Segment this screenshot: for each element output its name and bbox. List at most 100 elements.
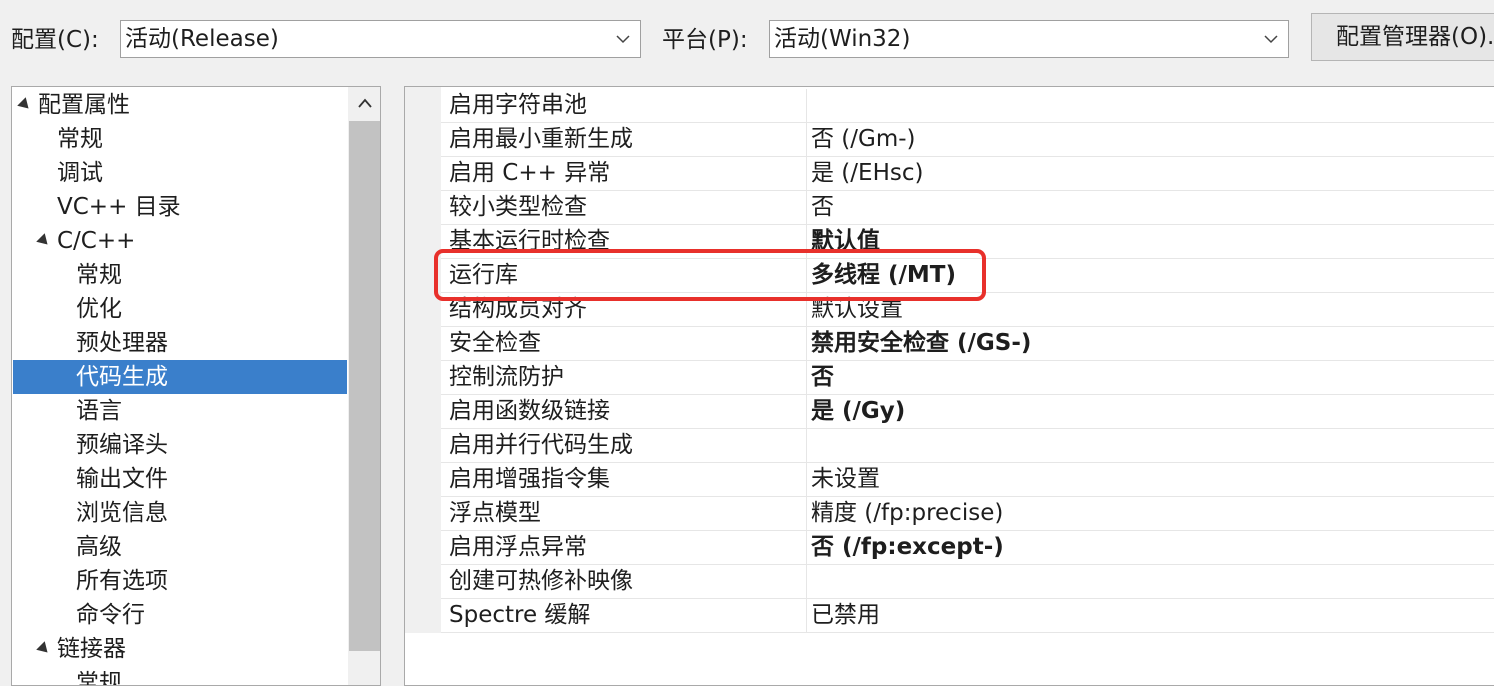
tree-item-label: 命令行 (76, 602, 145, 628)
column-separator (806, 123, 807, 157)
tree-item-label: 输出文件 (76, 466, 168, 492)
property-value[interactable]: 否 (811, 361, 834, 394)
column-separator (806, 531, 807, 565)
property-row[interactable]: 启用并行代码生成 (441, 429, 1494, 463)
tree-item[interactable]: 命令行 (13, 598, 347, 632)
property-row[interactable]: 浮点模型 精度 (/fp:precise) (441, 497, 1494, 531)
property-value[interactable]: 否 (811, 191, 834, 224)
property-value[interactable]: 禁用安全检查 (/GS-) (811, 327, 1031, 360)
tree-item[interactable]: 代码生成 (13, 360, 347, 394)
tree-item[interactable]: 预编译头 (13, 428, 347, 462)
column-separator (806, 191, 807, 225)
tree-item-label: 预编译头 (76, 432, 168, 458)
property-name: 较小类型检查 (449, 194, 587, 220)
tree-item[interactable]: 优化 (13, 292, 347, 326)
column-separator (806, 565, 807, 599)
column-separator (806, 361, 807, 395)
property-row[interactable]: 启用字符串池 (441, 89, 1494, 123)
property-value[interactable]: 已禁用 (811, 599, 880, 632)
tree-item-label: 链接器 (57, 636, 126, 662)
tree-item[interactable]: 配置属性 (13, 88, 347, 122)
column-separator (806, 327, 807, 361)
tree-item-label: 预处理器 (76, 330, 168, 356)
property-value[interactable]: 是 (/Gy) (811, 395, 905, 428)
property-name: 创建可热修补映像 (449, 568, 633, 594)
property-row[interactable]: 启用函数级链接 是 (/Gy) (441, 395, 1494, 429)
platform-combo[interactable]: 活动(Win32) (769, 20, 1289, 58)
property-value[interactable]: 精度 (/fp:precise) (811, 497, 1003, 530)
tree-item[interactable]: 常规 (13, 666, 347, 686)
highlight-box (434, 249, 986, 301)
chevron-down-icon (1264, 35, 1278, 44)
tree-item[interactable]: 高级 (13, 530, 347, 564)
tree-item-label: C/C++ (57, 228, 136, 254)
tree-item[interactable]: VC++ 目录 (13, 190, 347, 224)
tree-item[interactable]: 语言 (13, 394, 347, 428)
property-name: 启用函数级链接 (449, 398, 610, 424)
column-separator (806, 497, 807, 531)
scrollbar-thumb[interactable] (349, 121, 380, 651)
property-name: Spectre 缓解 (449, 602, 591, 628)
property-row[interactable]: 控制流防护 否 (441, 361, 1494, 395)
column-separator (806, 463, 807, 497)
property-grid: 启用字符串池启用最小重新生成 否 (/Gm-) 启用 C++ 异常 是 (/EHsc)… (404, 86, 1494, 686)
property-row[interactable]: 启用浮点异常 否 (/fp:except-) (441, 531, 1494, 565)
column-separator (806, 89, 807, 123)
platform-label: 平台(P): (662, 27, 748, 53)
tree-item-label: 调试 (57, 160, 103, 186)
property-row[interactable]: 启用 C++ 异常 是 (/EHsc) (441, 157, 1494, 191)
tree-item[interactable]: 链接器 (13, 632, 347, 666)
tree-item-label: 常规 (76, 670, 122, 686)
property-value[interactable]: 是 (/EHsc) (811, 157, 923, 190)
expand-arrow-icon[interactable] (36, 641, 52, 657)
property-row[interactable]: 创建可热修补映像 (441, 565, 1494, 599)
property-tree: 配置属性 常规 调试 VC++ 目录 C/C++ 常规 优化 预处理器 代码生成 语言 预编译头 输出… (11, 86, 381, 686)
tree-item-label: 常规 (57, 126, 103, 152)
expand-arrow-icon[interactable] (17, 97, 33, 113)
property-name: 启用增强指令集 (449, 466, 610, 492)
property-row[interactable]: Spectre 缓解 已禁用 (441, 599, 1494, 633)
column-separator (806, 395, 807, 429)
config-label: 配置(C): (11, 27, 99, 53)
property-name: 控制流防护 (449, 364, 564, 390)
tree-item[interactable]: 所有选项 (13, 564, 347, 598)
grid-gutter (405, 87, 441, 633)
column-separator (806, 429, 807, 463)
property-name: 启用并行代码生成 (449, 432, 633, 458)
tree-item-label: 高级 (76, 534, 122, 560)
column-separator (806, 599, 807, 633)
tree-item-label: 浏览信息 (76, 500, 168, 526)
tree-item[interactable]: C/C++ (13, 224, 347, 258)
column-separator (806, 157, 807, 191)
tree-item[interactable]: 常规 (13, 122, 347, 156)
property-value[interactable]: 否 (/Gm-) (811, 123, 916, 156)
platform-combo-value: 活动(Win32) (774, 26, 911, 52)
tree-item[interactable]: 浏览信息 (13, 496, 347, 530)
chevron-up-icon[interactable] (357, 97, 373, 109)
property-name: 启用浮点异常 (449, 534, 587, 560)
tree-scrollbar[interactable] (348, 87, 380, 685)
tree-item-label: 语言 (76, 398, 122, 424)
config-manager-button[interactable]: 配置管理器(O)... (1311, 13, 1494, 61)
config-combo[interactable]: 活动(Release) (120, 20, 641, 58)
property-row[interactable]: 启用最小重新生成 否 (/Gm-) (441, 123, 1494, 157)
tree-item[interactable]: 调试 (13, 156, 347, 190)
property-row[interactable]: 启用增强指令集 未设置 (441, 463, 1494, 497)
config-combo-value: 活动(Release) (125, 26, 279, 52)
property-row[interactable]: 较小类型检查 否 (441, 191, 1494, 225)
tree-item-label: 优化 (76, 296, 122, 322)
tree-item[interactable]: 预处理器 (13, 326, 347, 360)
tree-item[interactable]: 常规 (13, 258, 347, 292)
tree-item-label: VC++ 目录 (57, 194, 181, 220)
expand-arrow-icon[interactable] (36, 233, 52, 249)
property-name: 启用字符串池 (449, 92, 587, 118)
property-row[interactable]: 安全检查 禁用安全检查 (/GS-) (441, 327, 1494, 361)
tree-item-label: 所有选项 (76, 568, 168, 594)
tree-item[interactable]: 输出文件 (13, 462, 347, 496)
property-name: 浮点模型 (449, 500, 541, 526)
tree-item-label: 代码生成 (76, 364, 168, 390)
property-value[interactable]: 未设置 (811, 463, 880, 496)
chevron-down-icon (616, 35, 630, 44)
tree-item-label: 常规 (76, 262, 122, 288)
property-value[interactable]: 否 (/fp:except-) (811, 531, 1004, 564)
